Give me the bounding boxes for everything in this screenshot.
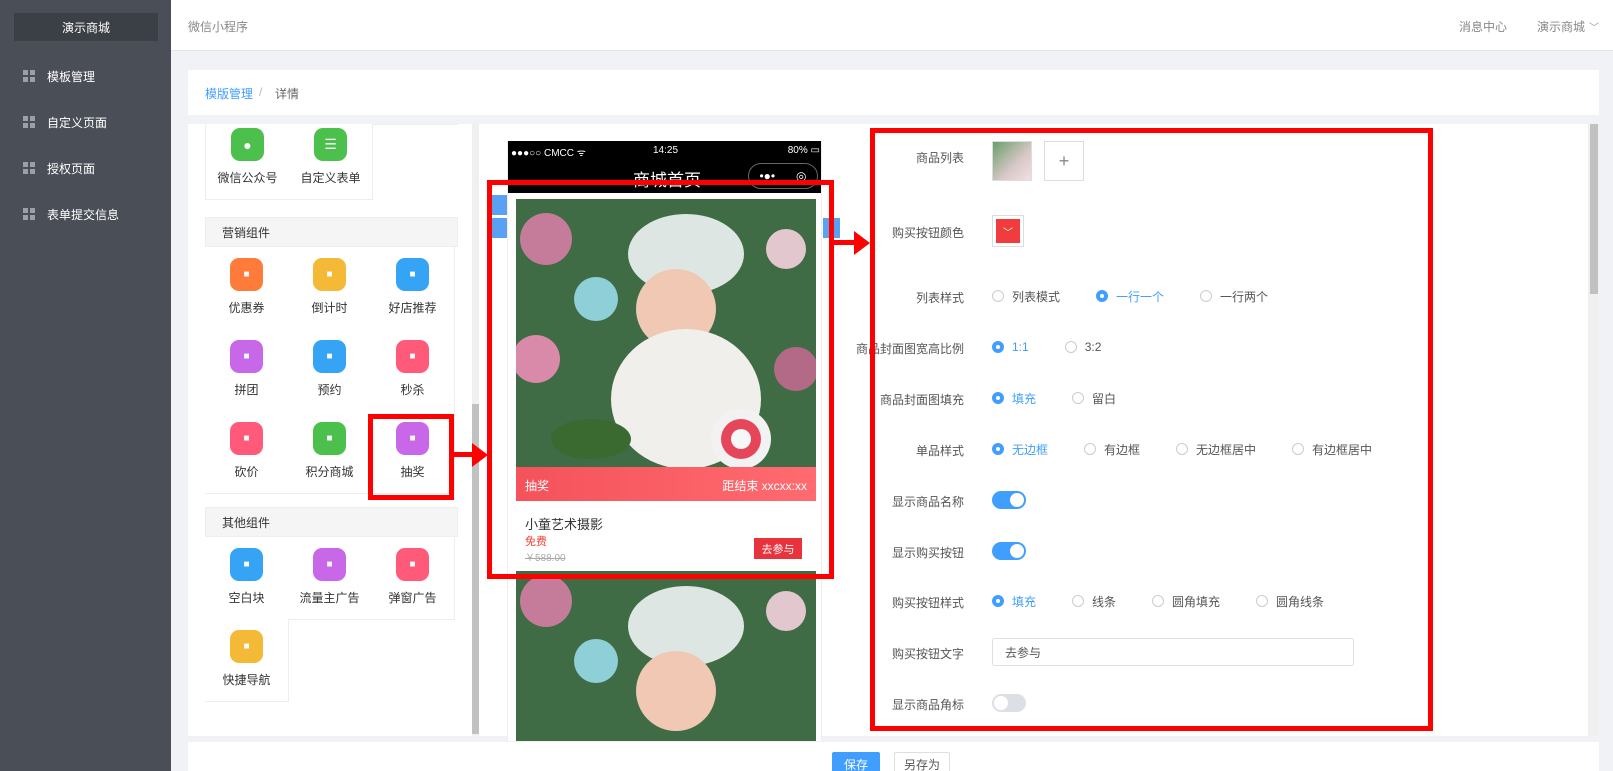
sidebar-item-label: 模板管理 [47,69,96,84]
breadcrumb-link-templates[interactable]: 模版管理 [205,85,253,102]
component-label: 空白块 [228,591,265,605]
component-alarm[interactable]: ■ 秒杀 [371,329,455,412]
component-label: 积分商城 [305,465,354,479]
component-label: 拼团 [234,383,259,397]
component-hourglass[interactable]: ■ 倒计时 [288,247,372,330]
component-label: 流量主广告 [299,591,360,605]
user-name: 演示商城 [1536,20,1585,34]
sidebar-item-label: 授权页面 [47,161,96,176]
compass-icon: ■ [230,630,263,663]
component-yuan[interactable]: ■ 砍价 [205,411,289,494]
save-as-button[interactable]: 另存为 [894,752,950,771]
annotation-arrow-right-icon [452,443,488,467]
baby-photo-graphic [516,571,816,741]
breadcrumb-current: 详情 [275,87,300,101]
component-label: 微信公众号 [217,171,278,185]
sidebar: 演示商城 模板管理 自定义页面 授权页面 表单提交信息 [0,0,171,771]
popup-icon: ■ [396,548,429,581]
grid-icon [23,208,35,220]
component-wechat-official[interactable]: ● 微信公众号 [206,124,290,200]
ad-icon: ■ [313,548,346,581]
product-cover-image-2[interactable] [516,571,816,741]
basic-components: ● 微信公众号 ☰ 自定义表单 [205,124,458,200]
group-icon: ■ [230,340,263,373]
component-custom-form[interactable]: ☰ 自定义表单 [289,124,373,200]
save-button[interactable]: 保存 [832,752,880,771]
component-label: 快捷导航 [222,673,271,687]
yuan-icon: ■ [230,422,263,455]
grid-icon [23,70,35,82]
top-header: 微信小程序 消息中心 演示商城 ﹀ [171,0,1613,51]
component-label: 好店推荐 [388,301,437,315]
grid-icon [23,162,35,174]
phone-time: 14:25 [653,145,679,156]
alarm-icon: ■ [396,340,429,373]
sidebar-item-templates[interactable]: 模板管理 [0,53,171,99]
other-components: ■ 空白块 ■ 流量主广告 ■ 弹窗广告 ■ 快捷导航 [205,537,458,703]
sidebar-item-auth-pages[interactable]: 授权页面 [0,145,171,191]
wechat-icon: ● [231,128,264,161]
annotation-highlight-lottery [368,414,454,500]
brand-logo[interactable]: 演示商城 [14,13,158,41]
grid-icon [23,116,35,128]
sidebar-item-label: 自定义页面 [47,115,108,130]
component-store[interactable]: ■ 好店推荐 [371,247,455,330]
section-title-other: 其他组件 [205,507,458,537]
sidebar-item-form-submissions[interactable]: 表单提交信息 [0,191,171,237]
blank-icon: ■ [230,548,263,581]
component-label: 倒计时 [311,301,348,315]
component-blank[interactable]: ■ 空白块 [205,537,289,620]
component-label: 优惠券 [228,301,265,315]
message-center-link[interactable]: 消息中心 [1459,18,1507,35]
settings-scrollbar[interactable] [1588,124,1599,736]
coins-icon: ■ [313,422,346,455]
carrier-label: ●●●○○ CMCC ᯤ [511,148,586,159]
battery-label: 80% ▭ [787,145,820,156]
annotation-arrow-right-icon [832,231,870,255]
breadcrumb-separator: / [259,85,263,99]
component-label: 预约 [317,383,342,397]
calendar-icon: ■ [313,340,346,373]
app-title: 微信小程序 [188,20,249,34]
component-label: 秒杀 [400,383,425,397]
annotation-highlight-settings [870,128,1433,731]
component-group[interactable]: ■ 拼团 [205,329,289,412]
component-ad[interactable]: ■ 流量主广告 [288,537,372,620]
scrollbar-thumb[interactable] [1590,124,1598,294]
component-compass[interactable]: ■ 快捷导航 [205,619,289,702]
sidebar-item-label: 表单提交信息 [47,207,120,222]
breadcrumb: 模版管理 / 详情 [188,70,1599,115]
sidebar-item-custom-pages[interactable]: 自定义页面 [0,99,171,145]
component-coins[interactable]: ■ 积分商城 [288,411,372,494]
component-coupon[interactable]: ■ 优惠券 [205,247,289,330]
component-label: 自定义表单 [300,171,361,185]
component-popup[interactable]: ■ 弹窗广告 [371,537,455,620]
user-menu[interactable]: 演示商城 ﹀ [1537,18,1599,35]
store-icon: ■ [396,258,429,291]
form-icon: ☰ [314,128,347,161]
chevron-down-icon: ﹀ [1589,23,1599,34]
component-calendar[interactable]: ■ 预约 [288,329,372,412]
component-panel-scrollbar[interactable] [472,124,479,736]
component-label: 弹窗广告 [388,591,437,605]
annotation-highlight-preview [487,180,834,579]
section-title-marketing: 营销组件 [205,217,458,247]
component-label: 砍价 [234,465,259,479]
hourglass-icon: ■ [313,258,346,291]
coupon-icon: ■ [230,258,263,291]
